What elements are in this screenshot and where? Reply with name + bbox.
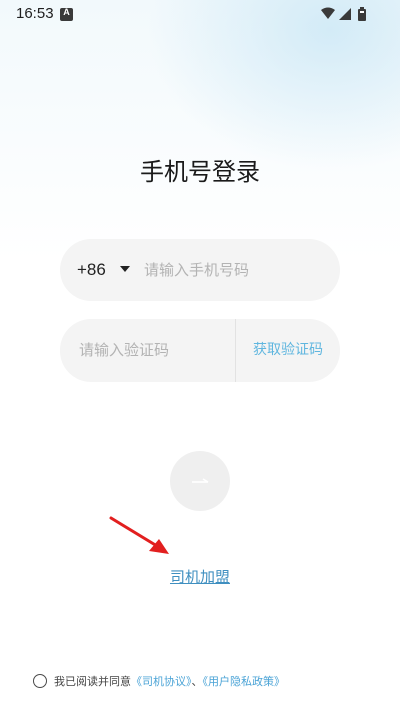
privacy-policy-link[interactable]: 《用户隐私政策》: [203, 675, 286, 688]
driver-join-link[interactable]: 司机加盟: [0, 566, 400, 587]
verification-code-field: 获取验证码: [60, 319, 340, 382]
arrow-right-icon: [192, 478, 209, 483]
notification-icon: A: [60, 7, 73, 21]
country-code-selector[interactable]: +86: [77, 260, 106, 280]
annotation-arrow-icon: [109, 516, 169, 554]
phone-input[interactable]: [144, 255, 324, 285]
status-time: 16:53: [16, 5, 54, 22]
signal-icon: [339, 8, 351, 20]
wifi-icon: [321, 7, 335, 19]
driver-agreement-link[interactable]: 《司机协议》: [131, 675, 192, 688]
agreement-text: 我已阅读并同意《司机协议》、《用户隐私政策》: [54, 673, 285, 689]
agreement-prefix: 我已阅读并同意: [54, 675, 131, 688]
verification-code-input[interactable]: [79, 335, 229, 365]
submit-button[interactable]: [170, 451, 230, 511]
agree-checkbox[interactable]: [33, 674, 47, 688]
phone-field: +86: [60, 239, 340, 301]
battery-icon: [358, 7, 366, 21]
status-icons: [320, 7, 370, 21]
status-bar: 16:53 A: [0, 0, 400, 28]
notification-letter: A: [63, 7, 70, 17]
get-code-button[interactable]: 获取验证码: [236, 319, 340, 382]
chevron-down-icon[interactable]: [120, 266, 130, 272]
agreement-separator: 、: [191, 675, 203, 688]
page-title: 手机号登录: [140, 158, 260, 186]
